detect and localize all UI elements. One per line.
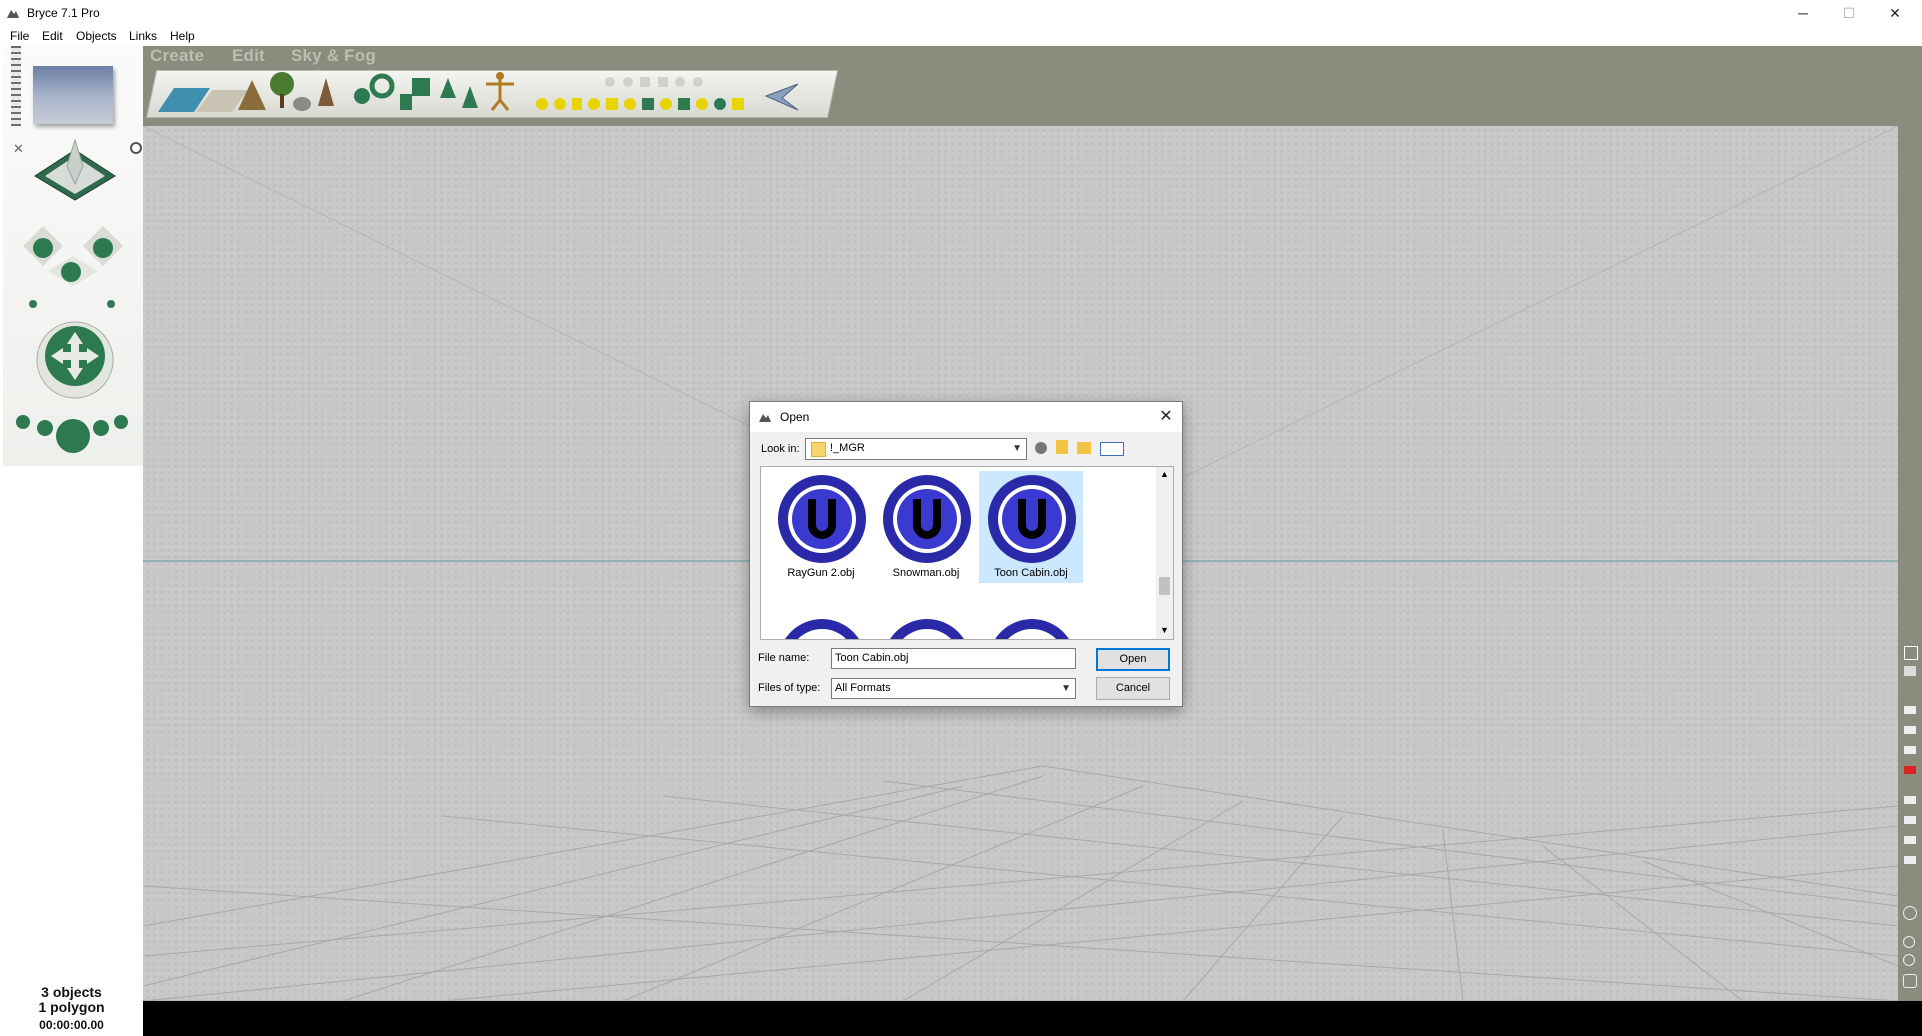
view-trackball-icon[interactable]	[31, 138, 119, 208]
open-button[interactable]: Open	[1096, 648, 1170, 671]
folder-icon	[811, 442, 826, 457]
download-icon[interactable]	[1904, 856, 1916, 864]
window-title: Bryce 7.1 Pro	[27, 6, 100, 20]
menu-links[interactable]: Links	[129, 29, 157, 43]
file-item[interactable]: Snowman.obj	[874, 471, 978, 583]
menu-objects[interactable]: Objects	[76, 29, 117, 43]
side-view-icon[interactable]	[1904, 746, 1916, 754]
menu-help[interactable]: Help	[170, 29, 195, 43]
file-list[interactable]: RayGun 2.obj Snowman.obj Toon Cabin.obj …	[760, 466, 1174, 640]
rock-icon[interactable]	[293, 97, 311, 111]
torus-icon[interactable]	[369, 73, 395, 99]
edit-pencil-icon[interactable]	[1904, 646, 1918, 660]
close-button[interactable]: ✕	[1872, 0, 1918, 26]
camera-view-icon[interactable]	[1904, 706, 1916, 714]
right-tool-strip	[1898, 126, 1922, 1001]
camera-spheres-icon[interactable]	[13, 406, 133, 461]
bryce-app-icon	[7, 10, 19, 18]
chevron-down-icon: ▼	[1061, 683, 1071, 694]
look-in-value: !_MGR	[830, 442, 865, 454]
polygon-count: 1 polygon	[38, 999, 105, 1015]
new-folder-icon[interactable]	[1077, 442, 1091, 454]
dialog-title: Open	[780, 410, 810, 424]
top-view-icon[interactable]	[1904, 726, 1916, 734]
tree-icon[interactable]	[270, 72, 294, 108]
uv-file-icon	[995, 619, 1069, 639]
file-name-input[interactable]: Toon Cabin.obj	[831, 648, 1076, 669]
look-in-label: Look in:	[761, 443, 800, 455]
time-code: 00:00:00.00	[39, 1018, 104, 1032]
menu-edit[interactable]: Edit	[42, 29, 63, 43]
up-folder-icon[interactable]	[1056, 440, 1068, 454]
file-name-toon-cabin: Toon Cabin.obj	[994, 567, 1068, 579]
maximize-button[interactable]: ☐	[1826, 0, 1872, 26]
texture-icon[interactable]	[1904, 816, 1916, 824]
light-icon[interactable]	[764, 83, 799, 111]
title-bar: Bryce 7.1 Pro ─ ☐ ✕	[0, 0, 1922, 26]
file-name-label: File name:	[758, 652, 810, 664]
back-icon[interactable]	[1035, 442, 1047, 454]
file-name-raygun: RayGun 2.obj	[787, 567, 855, 579]
file-type-value: All Formats	[835, 682, 891, 694]
pan-hand-icon[interactable]	[1903, 974, 1917, 988]
metaball-figure-icon[interactable]	[486, 72, 514, 111]
eraser-icon[interactable]	[1904, 666, 1916, 676]
uv-file-icon	[778, 475, 866, 563]
cone-icon[interactable]	[462, 86, 478, 108]
file-item[interactable]: RayGun 2.obj	[769, 471, 873, 583]
pyramid-icon[interactable]	[440, 78, 456, 98]
camera-cross-control-icon[interactable]	[13, 216, 133, 316]
record-icon[interactable]	[1904, 766, 1916, 774]
dialog-close-icon[interactable]: ✕	[1156, 407, 1176, 427]
sphere-icon[interactable]	[354, 88, 370, 104]
scroll-thumb[interactable]	[1159, 577, 1170, 595]
primitive-row-icon[interactable]	[536, 77, 744, 110]
file-item-selected[interactable]: Toon Cabin.obj	[979, 471, 1083, 583]
cube-icon[interactable]	[412, 78, 430, 96]
file-type-label: Files of type:	[758, 682, 821, 694]
scroll-down-icon[interactable]: ▼	[1160, 625, 1169, 635]
tab-create[interactable]: Create	[150, 46, 204, 66]
file-list-scrollbar[interactable]: ▲ ▼	[1156, 467, 1173, 639]
close-icon[interactable]: ✕	[13, 141, 24, 157]
uv-file-icon	[883, 475, 971, 563]
cylinder-icon[interactable]	[400, 94, 412, 110]
object-count: 3 objects	[41, 984, 102, 1000]
symmetric-lattice-icon[interactable]	[318, 78, 334, 106]
scroll-up-icon[interactable]: ▲	[1160, 469, 1169, 479]
dialog-title-bar: Open ✕	[750, 402, 1182, 432]
uv-file-icon	[785, 619, 859, 639]
shade-icon[interactable]	[1904, 836, 1916, 844]
left-control-palette: ✕ 3 objects 1 polygon 00:00:00.00	[0, 46, 143, 1036]
menu-file[interactable]: File	[10, 29, 29, 43]
open-dialog: Open ✕ Look in: !_MGR ▼ RayGun 2.obj Sno…	[749, 401, 1183, 707]
zoom-out-icon[interactable]	[1903, 954, 1915, 966]
create-object-icons	[158, 72, 799, 112]
cancel-button[interactable]: Cancel	[1096, 677, 1170, 700]
minimize-button[interactable]: ─	[1780, 0, 1826, 26]
menu-bar: File Edit Objects Links Help	[0, 26, 1922, 46]
tab-edit[interactable]: Edit	[232, 46, 265, 66]
file-type-select[interactable]: All Formats ▼	[831, 678, 1076, 699]
bryce-app-icon	[759, 414, 771, 422]
radio-dot-icon[interactable]	[130, 142, 142, 154]
slider-handle[interactable]	[11, 46, 21, 126]
look-in-combo[interactable]: !_MGR ▼	[805, 438, 1027, 460]
view-controls: ✕	[3, 46, 143, 466]
bottom-bar	[143, 1001, 1922, 1036]
globe-icon[interactable]	[1903, 906, 1917, 920]
scene-preview-thumbnail[interactable]	[33, 66, 113, 124]
uv-file-icon	[890, 619, 964, 639]
chevron-down-icon: ▼	[1012, 443, 1022, 454]
zoom-in-icon[interactable]	[1903, 936, 1915, 948]
view-menu-icon[interactable]	[1100, 442, 1124, 456]
file-name-snowman: Snowman.obj	[892, 567, 960, 579]
file-name-value: Toon Cabin.obj	[835, 652, 909, 664]
wireframe-icon[interactable]	[1904, 796, 1916, 804]
move-trackball-icon[interactable]	[33, 318, 117, 402]
tab-sky-fog[interactable]: Sky & Fog	[291, 46, 376, 66]
uv-file-icon	[988, 475, 1076, 563]
